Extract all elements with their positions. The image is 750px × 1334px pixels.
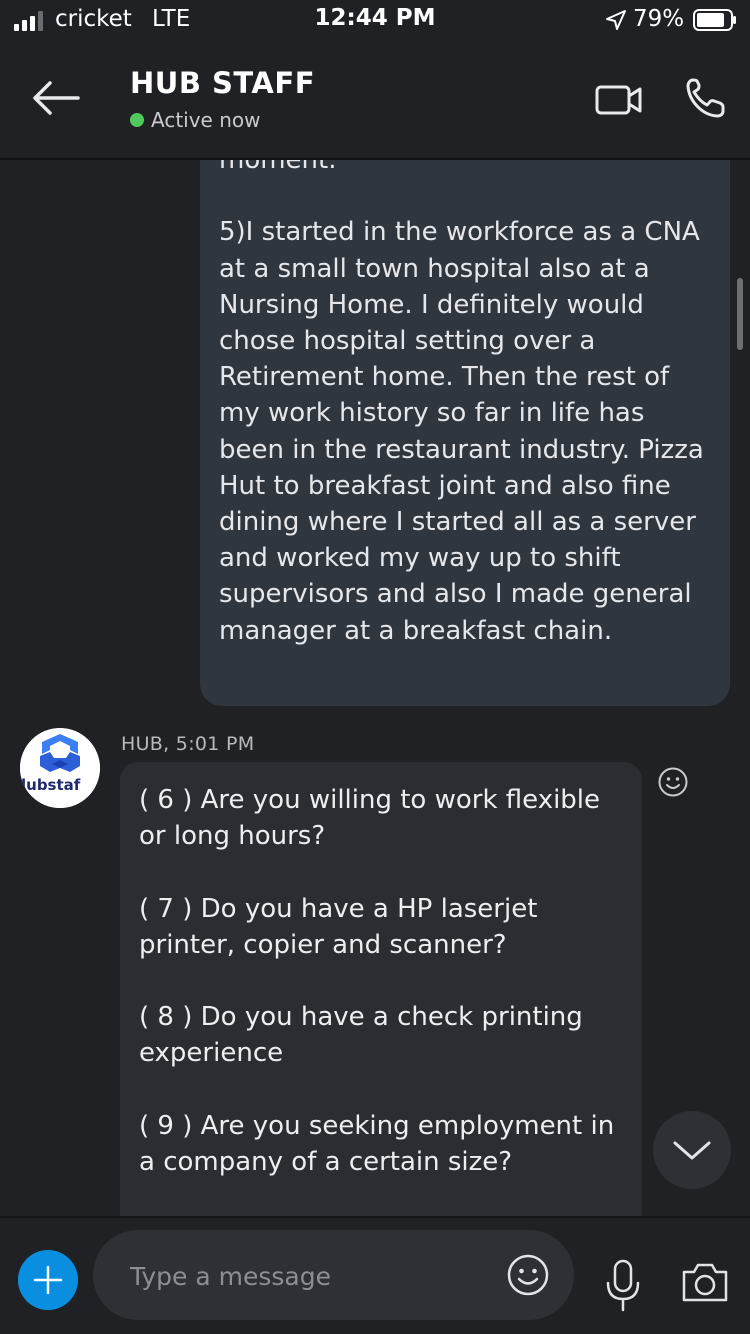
outgoing-message-text: moment. 5)I started in the workforce as … [219,160,704,646]
message-paragraph: ( 9 ) Are you seeking employment in a co… [139,1110,615,1177]
message-list[interactable]: moment. 5)I started in the workforce as … [0,160,750,1216]
microphone-icon[interactable] [603,1258,643,1314]
scroll-to-bottom-button[interactable] [653,1111,731,1189]
plus-icon [33,1265,63,1295]
outgoing-message[interactable]: moment. 5)I started in the workforce as … [200,160,730,706]
battery-icon [693,9,736,31]
message-paragraph: ( 7 ) Do you have a HP laserjet printer,… [139,893,538,960]
online-dot-icon [130,113,144,127]
add-button[interactable] [18,1250,78,1310]
chat-header: HUB STAFF Active now [0,42,750,160]
svg-text:lubstaf: lubstaf [21,776,81,794]
location-arrow-icon [606,10,626,30]
arrow-left-icon[interactable] [28,78,82,118]
presence-status: Active now [130,108,261,132]
status-bar: cricket LTE 12:44 PM 79% [0,0,750,42]
incoming-message[interactable]: ( 6 ) Are you willing to work flexible o… [120,762,642,1216]
composer-bar [0,1216,750,1334]
message-input-container [93,1230,574,1320]
chat-title[interactable]: HUB STAFF [130,66,315,100]
smiley-icon[interactable] [657,766,689,798]
sender-meta: HUB, 5:01 PM [121,733,255,755]
message-paragraph: ( 6 ) Are you willing to work flexible o… [139,785,601,852]
hubstaff-logo: lubstaf [20,728,100,808]
message-paragraph: ( 8 ) Do you have a check printing exper… [139,1002,583,1069]
video-camera-icon[interactable] [594,82,644,118]
phone-icon[interactable] [684,76,726,120]
camera-icon[interactable] [680,1260,730,1304]
presence-text: Active now [151,108,261,132]
scrollbar[interactable] [737,278,743,350]
chevron-down-icon [673,1141,711,1160]
avatar[interactable]: lubstaf [20,728,100,808]
message-input[interactable] [130,1258,490,1294]
emoji-icon[interactable] [506,1253,550,1297]
battery-percent: 79% [633,6,685,32]
